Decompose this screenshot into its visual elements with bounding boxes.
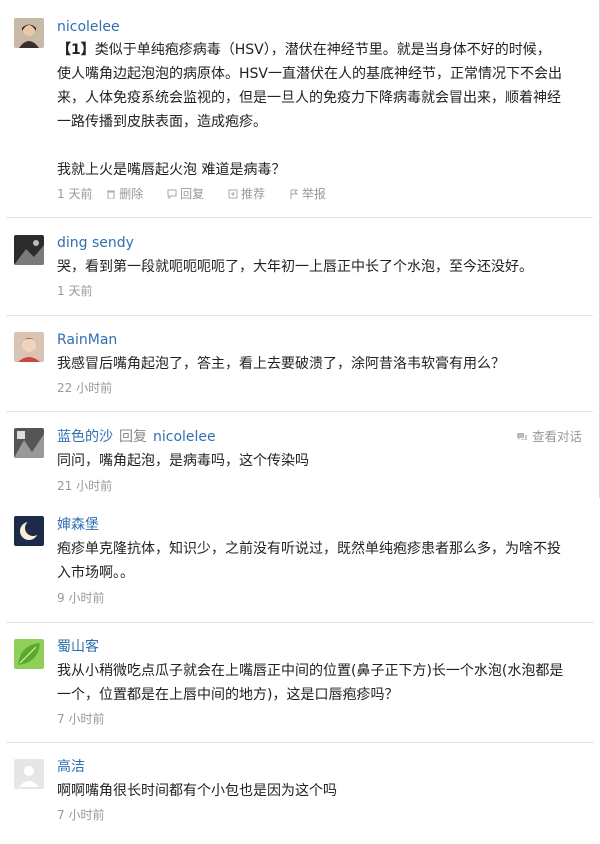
comment-header: nicolelee bbox=[57, 18, 120, 36]
comment-body: 哭，看到第一段就呃呃呃呃了，大年初一上唇正中长了个水泡，至今还没好。 bbox=[57, 255, 587, 279]
author-name[interactable]: ding sendy bbox=[57, 235, 134, 251]
comment-panel-top: nicolelee 【1】类似于单纯疱疹病毒（HSV），潜伏在神经节里。就是当身… bbox=[0, 0, 600, 498]
delete-button[interactable]: 删除 bbox=[106, 187, 153, 201]
timestamp: 7 小时前 bbox=[57, 808, 105, 822]
body-line: 我从小稍微吃点瓜子就会在上嘴唇正中间的位置(鼻子正下方)长一个水泡(水泡都是 bbox=[57, 663, 564, 679]
comment-body: 我感冒后嘴角起泡了，答主，看上去要破溃了，涂阿昔洛韦软膏有用么？ bbox=[57, 352, 587, 376]
comment-meta: 1 天前 删除 回复 推荐 举报 bbox=[57, 186, 346, 202]
avatar[interactable] bbox=[14, 18, 44, 48]
avatar[interactable] bbox=[14, 516, 44, 546]
view-dialog-link[interactable]: 查看对话 bbox=[516, 429, 582, 445]
divider bbox=[6, 742, 594, 743]
timestamp: 9 小时前 bbox=[57, 591, 105, 605]
avatar[interactable] bbox=[14, 428, 44, 458]
comment-panel-bottom: 婶森堡 疱疹单克隆抗体，知识少，之前没有听说过，既然单纯疱疹患者那么多，为啥不投… bbox=[0, 498, 600, 844]
body-line: 一路传播到皮肤表面，造成疱疹。 bbox=[57, 114, 267, 130]
comment-body: 疱疹单克隆抗体，知识少，之前没有听说过，既然单纯疱疹患者那么多，为啥不投 入市场… bbox=[57, 537, 587, 585]
body-line: 使人嘴角边起泡泡的病原体。HSV一直潜伏在人的基底神经节，正常情况下不会出 bbox=[57, 66, 562, 82]
author-name[interactable]: 蜀山客 bbox=[57, 639, 99, 655]
timestamp: 22 小时前 bbox=[57, 381, 113, 395]
avatar-image-icon bbox=[14, 18, 44, 48]
comment-body: 啊啊嘴角很长时间都有个小包也是因为这个吗 bbox=[57, 779, 587, 803]
reply-icon bbox=[167, 187, 177, 200]
avatar[interactable] bbox=[14, 332, 44, 362]
flag-icon bbox=[289, 187, 299, 199]
share-icon bbox=[228, 187, 238, 199]
comment-header: 蓝色的沙 回复 nicolelee bbox=[57, 428, 216, 446]
comment-body: 【1】类似于单纯疱疹病毒（HSV），潜伏在神经节里。就是当身体不好的时候， 使人… bbox=[57, 38, 587, 182]
reply-button[interactable]: 回复 bbox=[167, 187, 214, 201]
reply-label: 回复 bbox=[119, 429, 147, 445]
comment-list: nicolelee 【1】类似于单纯疱疹病毒（HSV），潜伏在神经节里。就是当身… bbox=[0, 0, 600, 844]
avatar-image-icon bbox=[14, 428, 44, 458]
body-line: 同问，嘴角起泡，是病毒吗，这个传染吗 bbox=[57, 453, 309, 469]
divider bbox=[6, 315, 593, 316]
avatar-image-icon bbox=[14, 235, 44, 265]
comment-body: 同问，嘴角起泡，是病毒吗，这个传染吗 bbox=[57, 449, 587, 473]
rank-tag: 【1】 bbox=[57, 42, 95, 58]
author-name[interactable]: 婶森堡 bbox=[57, 517, 99, 533]
divider bbox=[6, 411, 593, 412]
timestamp: 21 小时前 bbox=[57, 479, 113, 493]
body-line: 啊啊嘴角很长时间都有个小包也是因为这个吗 bbox=[57, 783, 337, 799]
body-line: 哭，看到第一段就呃呃呃呃了，大年初一上唇正中长了个水泡，至今还没好。 bbox=[57, 259, 533, 275]
comment-header: RainMan bbox=[57, 331, 117, 349]
comment-header: 婶森堡 bbox=[57, 516, 99, 534]
avatar[interactable] bbox=[14, 639, 44, 669]
report-button[interactable]: 举报 bbox=[289, 187, 336, 201]
author-name[interactable]: RainMan bbox=[57, 332, 117, 348]
avatar-image-icon bbox=[14, 332, 44, 362]
moon-icon bbox=[14, 516, 44, 546]
recommend-button[interactable]: 推荐 bbox=[228, 187, 275, 201]
comment-body: 我从小稍微吃点瓜子就会在上嘴唇正中间的位置(鼻子正下方)长一个水泡(水泡都是 一… bbox=[57, 659, 587, 707]
author-name[interactable]: 高洁 bbox=[57, 759, 85, 775]
comment-header: ding sendy bbox=[57, 234, 134, 252]
body-line: 类似于单纯疱疹病毒（HSV），潜伏在神经节里。就是当身体不好的时候， bbox=[94, 42, 551, 58]
timestamp: 1 天前 bbox=[57, 187, 93, 201]
divider bbox=[6, 622, 594, 623]
timestamp: 7 小时前 bbox=[57, 712, 105, 726]
author-name[interactable]: nicolelee bbox=[57, 19, 120, 35]
body-line: 一个，位置都是在上唇中间的地方)，这是口唇疱疹吗？ bbox=[57, 687, 399, 703]
chat-bubble-icon bbox=[516, 430, 528, 441]
body-line: 我就上火是嘴唇起火泡 难道是病毒？ bbox=[57, 162, 286, 178]
comment-header: 蜀山客 bbox=[57, 638, 99, 656]
trash-icon bbox=[106, 187, 116, 200]
body-line: 我感冒后嘴角起泡了，答主，看上去要破溃了，涂阿昔洛韦软膏有用么？ bbox=[57, 356, 505, 372]
leaf-icon bbox=[14, 639, 44, 669]
body-line: 来，人体免疫系统会监视的，但是一旦人的免疫力下降病毒就会冒出来，顺着神经 bbox=[57, 90, 561, 106]
author-name[interactable]: 蓝色的沙 bbox=[57, 429, 113, 445]
default-avatar-icon bbox=[14, 759, 44, 789]
reply-to-author[interactable]: nicolelee bbox=[153, 429, 216, 445]
comment-header: 高洁 bbox=[57, 758, 85, 776]
body-line: 疱疹单克隆抗体，知识少，之前没有听说过，既然单纯疱疹患者那么多，为啥不投 bbox=[57, 541, 561, 557]
avatar[interactable] bbox=[14, 759, 44, 789]
avatar[interactable] bbox=[14, 235, 44, 265]
timestamp: 1 天前 bbox=[57, 284, 93, 298]
divider bbox=[6, 217, 593, 218]
body-line: 入市场啊。。 bbox=[57, 565, 134, 581]
